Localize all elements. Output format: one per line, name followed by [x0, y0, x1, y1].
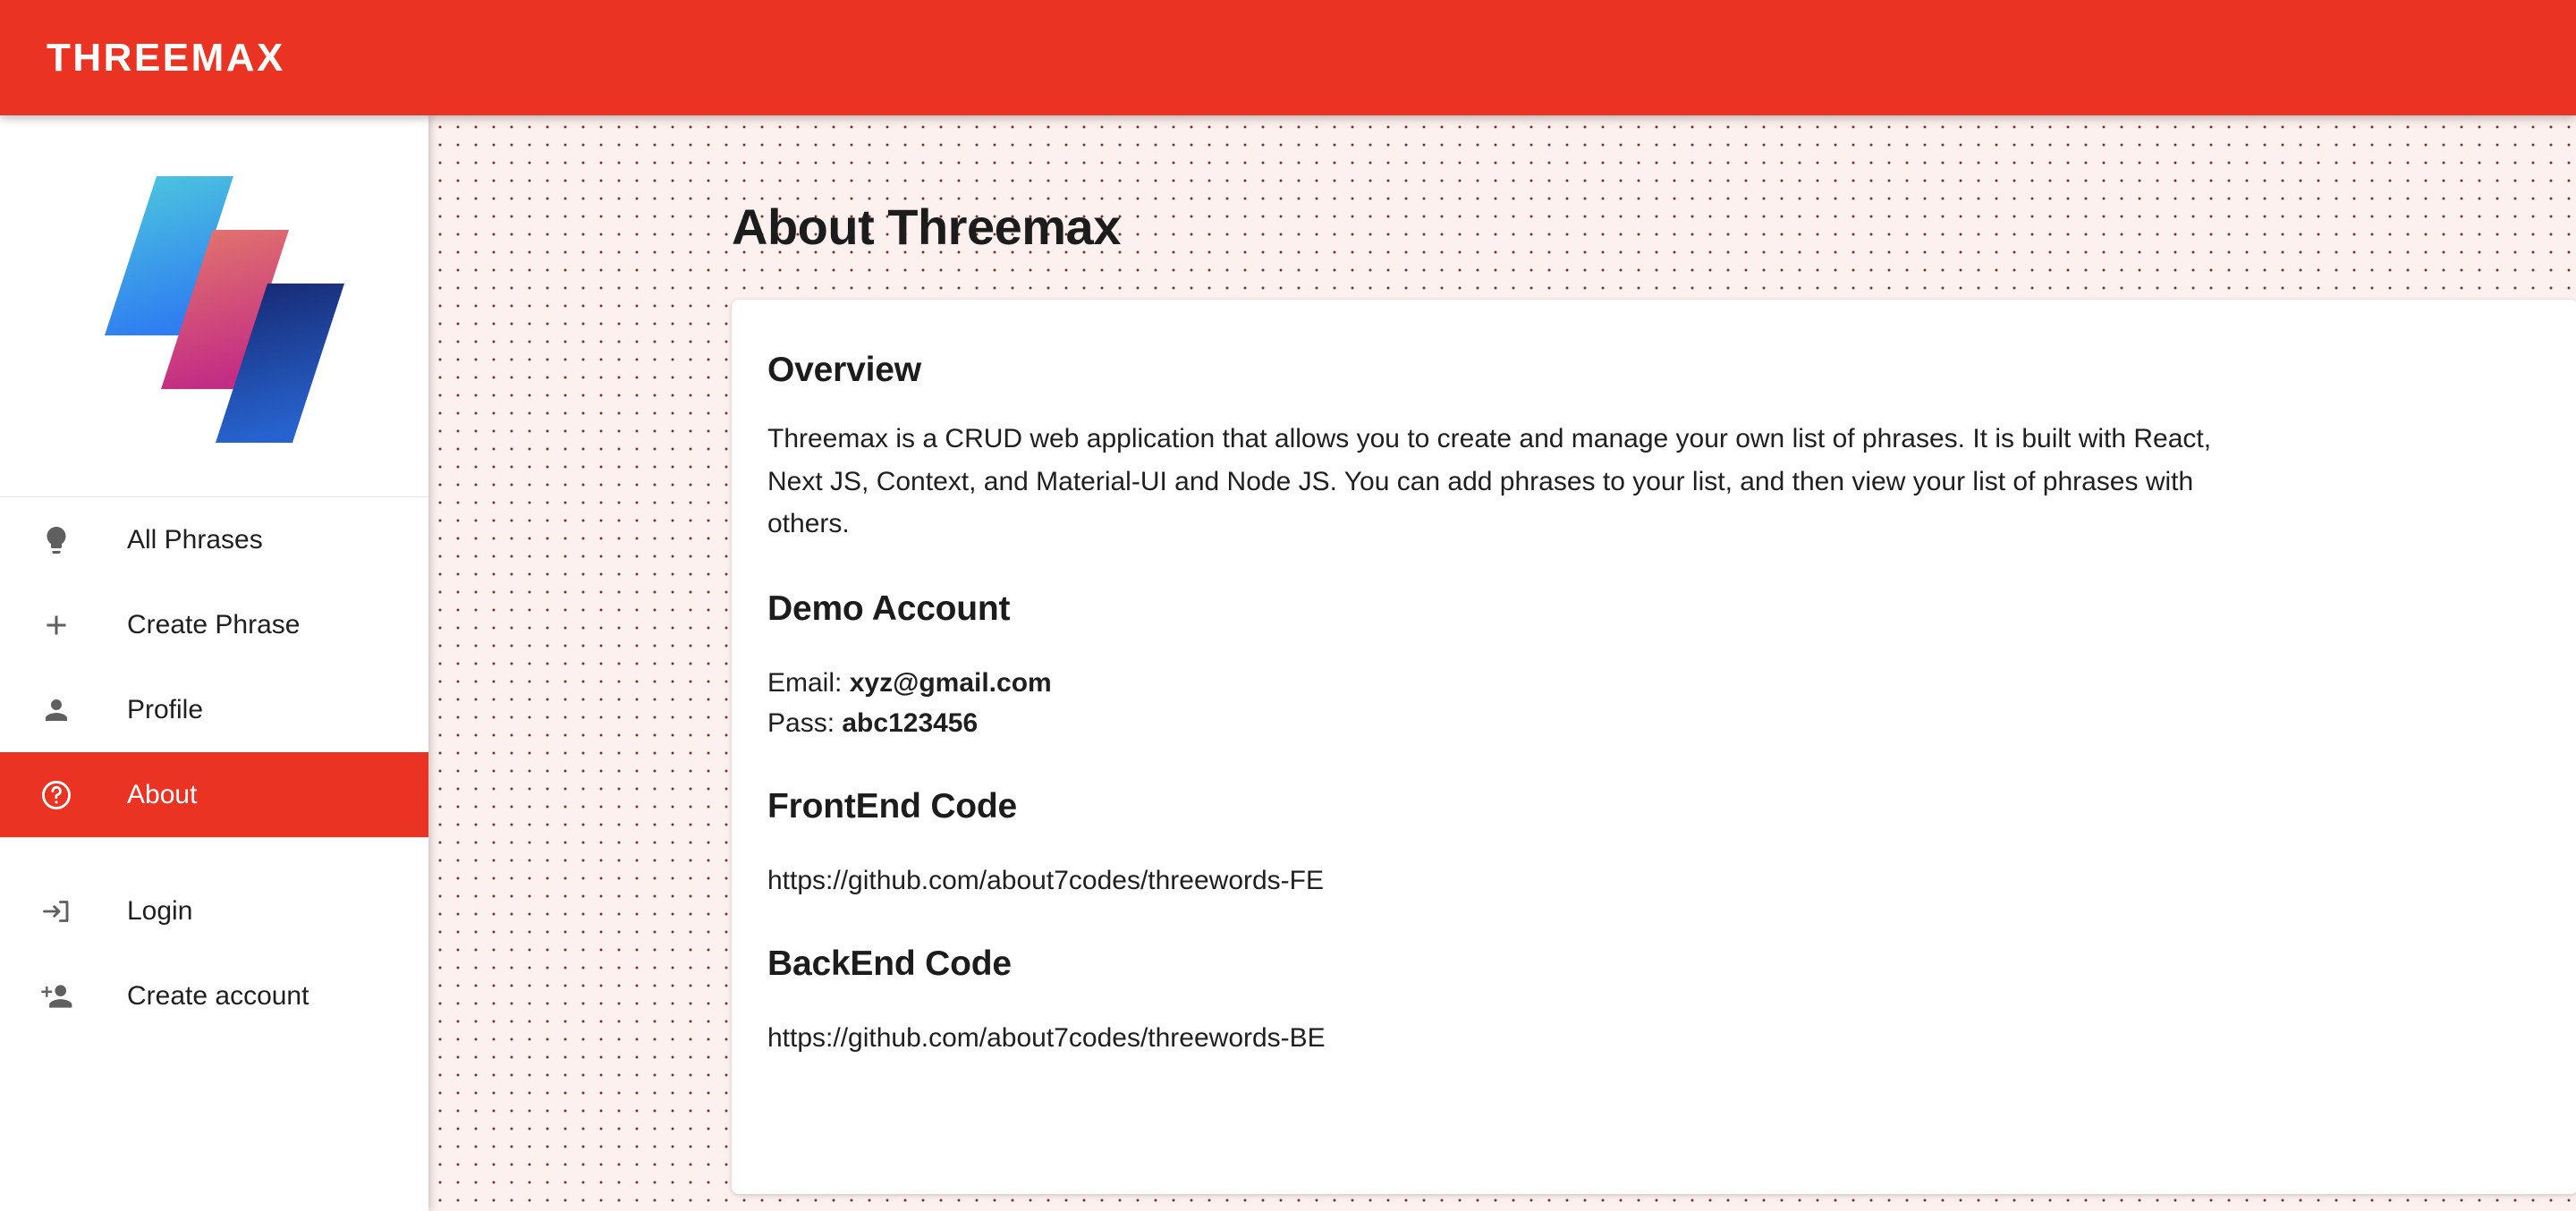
app-header: THREEMAX: [0, 0, 2576, 115]
sidebar-nav-list: All Phrases Create Phrase Profile About …: [0, 497, 428, 1038]
brand-title[interactable]: THREEMAX: [47, 38, 285, 78]
demo-account-heading: Demo Account: [767, 589, 1011, 628]
app-root: THREEMAX All Phrases Create Phrase Profi…: [0, 0, 2576, 1211]
person-icon: [32, 694, 80, 726]
demo-pass-label: Pass:: [767, 707, 835, 738]
help-circle-icon: [32, 778, 80, 812]
sidebar-item-label: Profile: [127, 694, 204, 724]
sidebar-item-profile[interactable]: Profile: [0, 667, 428, 752]
sidebar-item-create-account[interactable]: Create account: [0, 953, 428, 1038]
sidebar-item-login[interactable]: Login: [0, 868, 428, 953]
logo-container: [0, 115, 428, 496]
lightbulb-icon: [32, 524, 80, 556]
demo-email-line: Email: xyz@gmail.com: [767, 664, 2542, 703]
person-add-icon: [32, 979, 80, 1013]
sidebar-item-all-phrases[interactable]: All Phrases: [0, 497, 428, 582]
sidebar-item-label: All Phrases: [127, 524, 263, 555]
sidebar-item-create-phrase[interactable]: Create Phrase: [0, 582, 428, 667]
demo-email-label: Email:: [767, 668, 843, 699]
demo-email-value: xyz@gmail.com: [849, 668, 1052, 699]
sidebar-item-label: Login: [127, 895, 193, 926]
frontend-url[interactable]: https://github.com/about7codes/threeword…: [767, 860, 2542, 901]
demo-account-block: Email: xyz@gmail.com Pass: abc123456: [767, 664, 2542, 743]
demo-pass-value: abc123456: [842, 707, 979, 738]
plus-icon: [32, 609, 80, 641]
threemax-logo: [83, 157, 346, 456]
overview-heading: Overview: [767, 350, 921, 389]
sidebar-group-spacer: [0, 838, 428, 868]
main-content: About Threemax Overview Threemax is a CR…: [428, 115, 2576, 1211]
page-title: About Threemax: [732, 199, 1121, 255]
sidebar-item-about[interactable]: About: [0, 752, 428, 837]
frontend-heading: FrontEnd Code: [767, 787, 1018, 826]
login-arrow-icon: [32, 895, 80, 927]
sidebar-item-label: About: [127, 779, 198, 809]
sidebar-item-label: Create Phrase: [127, 609, 301, 639]
overview-paragraph: Threemax is a CRUD web application that …: [767, 424, 2212, 539]
sidebar-item-label: Create account: [127, 980, 309, 1011]
backend-heading: BackEnd Code: [767, 944, 1012, 983]
about-card: Overview Threemax is a CRUD web applicat…: [732, 299, 2576, 1194]
demo-pass-line: Pass: abc123456: [767, 704, 2542, 743]
sidebar: All Phrases Create Phrase Profile About …: [0, 115, 428, 1211]
backend-url[interactable]: https://github.com/about7codes/threeword…: [767, 1018, 2542, 1058]
